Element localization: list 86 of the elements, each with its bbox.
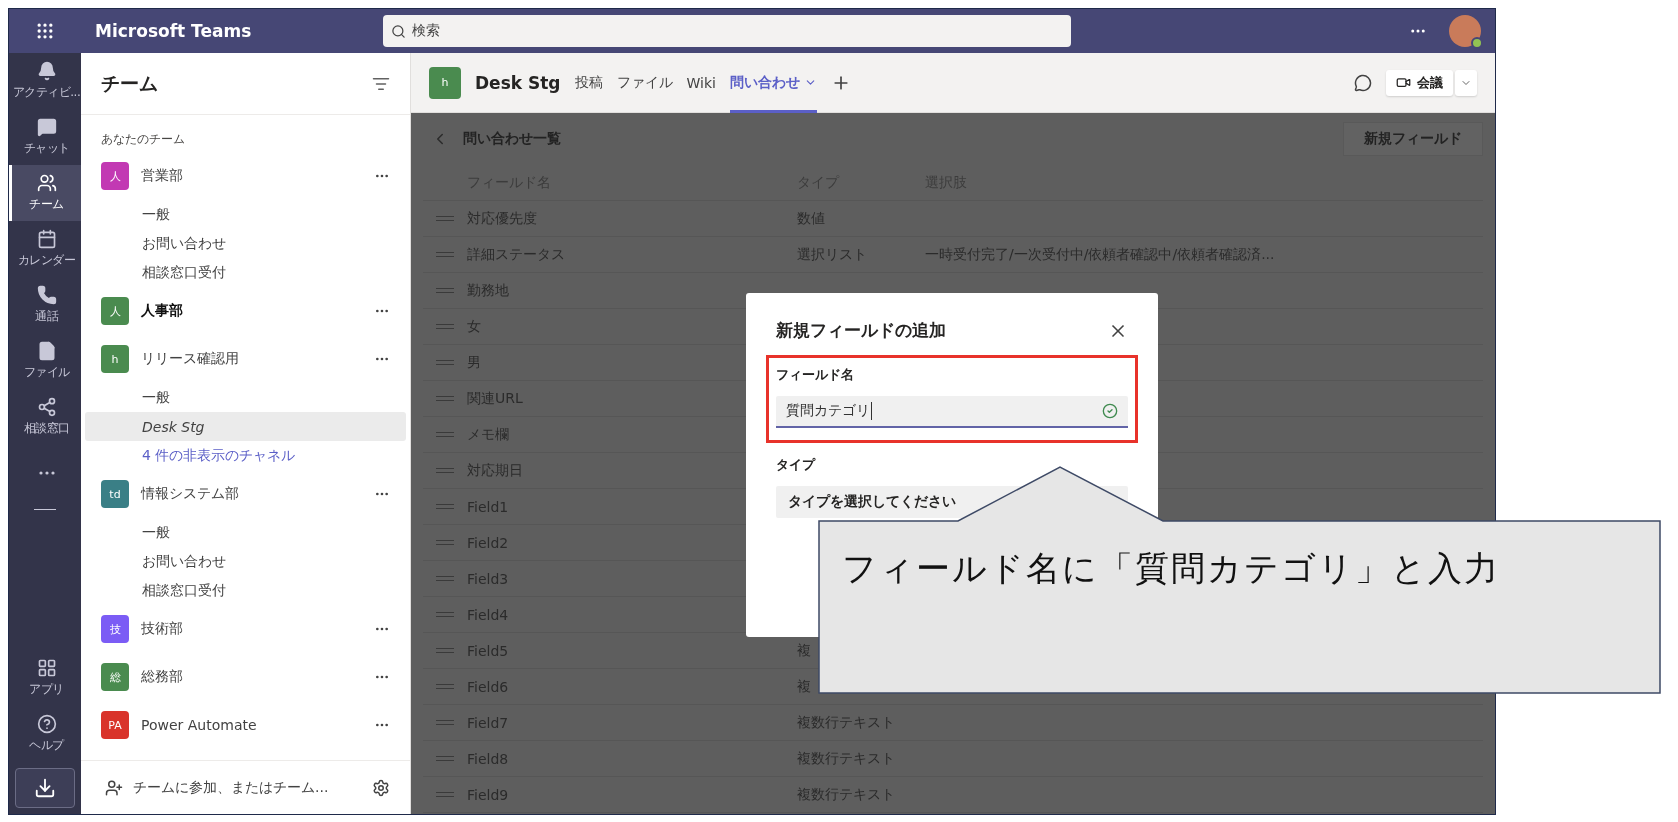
rail-item[interactable]: ファイル <box>9 333 81 389</box>
people-icon <box>36 173 57 193</box>
dialog-title: 新規フィールドの追加 <box>776 319 946 342</box>
channel-item[interactable]: 相談窓口受付 <box>85 258 406 287</box>
rail-item[interactable]: アプリ <box>9 650 81 706</box>
bell-icon <box>36 61 57 81</box>
calendar-icon <box>36 229 57 249</box>
channel-avatar: h <box>429 66 461 99</box>
drag-handle-icon[interactable] <box>436 504 454 509</box>
apps-icon <box>36 658 57 678</box>
team-name[interactable]: リリース確認用 <box>141 350 362 368</box>
team-avatar: td <box>101 480 129 508</box>
channel-item[interactable]: Desk Stg <box>85 412 406 441</box>
meeting-dropdown-button[interactable] <box>1455 69 1477 96</box>
drag-handle-icon[interactable] <box>436 792 454 797</box>
download-icon <box>34 777 56 799</box>
team-name[interactable]: 営業部 <box>141 167 362 185</box>
nodes-icon <box>36 397 57 417</box>
rail-item[interactable]: ヘルプ <box>9 706 81 762</box>
hidden-channels-link[interactable]: 4 件の非表示のチャネル <box>85 441 406 470</box>
drag-handle-icon[interactable] <box>436 720 454 725</box>
drag-handle-icon[interactable] <box>436 288 454 293</box>
rail-item[interactable]: チーム <box>9 165 81 221</box>
drag-handle-icon[interactable] <box>436 216 454 221</box>
drag-handle-icon[interactable] <box>436 252 454 257</box>
channel-name: Desk Stg <box>475 72 561 93</box>
rail-item[interactable]: 通話 <box>9 277 81 333</box>
sidebar-title: チーム <box>101 70 158 96</box>
channel-item[interactable]: 相談窓口受付 <box>85 576 406 605</box>
add-user-icon <box>105 778 123 797</box>
rail-item[interactable]: アクティビ... <box>9 53 81 109</box>
app-title: Microsoft Teams <box>94 21 253 41</box>
team-name[interactable]: 総務部 <box>141 668 362 686</box>
app-launcher-icon[interactable] <box>35 21 55 41</box>
phone-icon <box>36 285 57 305</box>
drag-handle-icon[interactable] <box>436 432 454 437</box>
drag-handle-icon[interactable] <box>436 396 454 401</box>
tab[interactable]: 投稿 <box>574 52 603 113</box>
team-avatar: 人 <box>101 297 129 325</box>
channel-item[interactable]: 一般 <box>85 383 406 412</box>
conversation-icon[interactable] <box>1354 73 1372 92</box>
drag-handle-icon[interactable] <box>436 648 454 653</box>
settings-icon[interactable] <box>372 778 390 797</box>
channel-item[interactable]: 一般 <box>85 518 406 547</box>
drag-handle-icon[interactable] <box>436 360 454 365</box>
status-indicator <box>1471 37 1483 49</box>
field-label: タイプ <box>776 456 817 474</box>
callout-text: フィールド名に「質問カテゴリ」と入力 <box>842 547 1500 590</box>
drag-handle-icon[interactable] <box>436 612 454 617</box>
tab[interactable]: ファイル <box>616 52 673 113</box>
search-field[interactable]: 検索 <box>383 15 1071 47</box>
more-icon <box>38 471 55 475</box>
team-avatar: h <box>101 345 129 373</box>
team-name[interactable]: 情報システム部 <box>141 485 362 503</box>
channel-item[interactable]: 一般 <box>85 200 406 229</box>
channel-item[interactable]: お問い合わせ <box>85 229 406 258</box>
team-name[interactable]: Power Automate <box>141 717 362 733</box>
drag-handle-icon[interactable] <box>436 756 454 761</box>
field-label: フィールド名 <box>776 366 855 384</box>
rail-item[interactable]: カレンダー <box>9 221 81 277</box>
tab[interactable]: Wiki <box>686 52 716 113</box>
drag-handle-icon[interactable] <box>436 324 454 329</box>
drag-handle-icon[interactable] <box>436 468 454 473</box>
team-avatar: 総 <box>101 663 129 691</box>
help-icon <box>36 714 57 734</box>
drag-handle-icon[interactable] <box>436 540 454 545</box>
search-icon <box>391 23 406 39</box>
rail-item[interactable]: チャット <box>9 109 81 165</box>
join-team-link[interactable]: チームに参加、またはチーム... <box>133 778 362 797</box>
team-name[interactable]: 人事部 <box>141 302 362 320</box>
meeting-button[interactable]: 会議 <box>1386 69 1453 96</box>
team-name[interactable]: 技術部 <box>141 620 362 638</box>
page-title: 問い合わせ一覧 <box>463 130 561 148</box>
team-avatar: 人 <box>101 162 129 190</box>
team-avatar: 技 <box>101 615 129 643</box>
input-field[interactable]: 質問カテゴリ <box>776 396 1128 428</box>
download-button[interactable] <box>15 768 75 808</box>
team-avatar: PA <box>101 711 129 739</box>
user-avatar[interactable] <box>1449 15 1481 47</box>
rail-item[interactable]: 相談窓口 <box>9 389 81 445</box>
channel-item[interactable]: お問い合わせ <box>85 547 406 576</box>
section-heading: あなたのチーム <box>100 131 186 148</box>
drag-handle-icon[interactable] <box>436 576 454 581</box>
video-icon <box>1396 75 1411 90</box>
drag-handle-icon[interactable] <box>436 684 454 689</box>
chat-icon <box>36 117 57 137</box>
